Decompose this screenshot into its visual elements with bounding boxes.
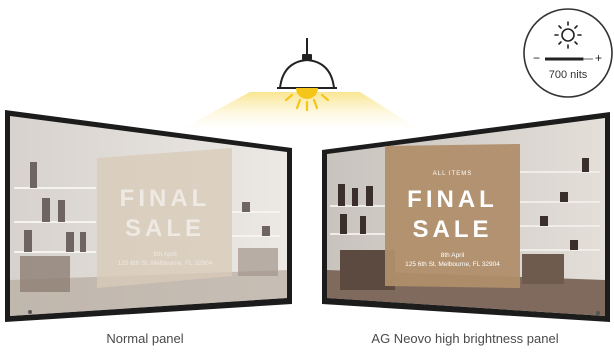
sale-line-2: SALE xyxy=(124,215,205,242)
normal-panel-caption: Normal panel xyxy=(106,331,184,346)
sale-date: 8th April xyxy=(153,251,177,258)
light-beam xyxy=(180,92,420,130)
sale-line-2: SALE xyxy=(412,216,493,243)
bright-sign-text: ALL ITEMS FINAL SALE 8th April 125 6th S… xyxy=(387,170,518,269)
sale-date: 8th April xyxy=(440,252,465,259)
bright-panel-caption: AG Neovo high brightness panel xyxy=(371,331,559,346)
plus-icon: + xyxy=(595,51,603,65)
sale-address: 125 6th St. Melbourne, FL 32904 xyxy=(117,260,213,267)
minus-icon: − xyxy=(533,51,541,65)
sale-address: 125 6th St. Melbourne, FL 32904 xyxy=(405,261,500,268)
normal-sign-text: FINAL SALE 8th April 125 6th St. Melbour… xyxy=(100,184,230,268)
lamp-illustration xyxy=(5,8,613,322)
sale-line-1: FINAL xyxy=(119,185,211,212)
sale-line-1: FINAL xyxy=(407,186,498,213)
sale-kicker: ALL ITEMS xyxy=(432,171,473,177)
brightness-value: 700 nits xyxy=(548,69,588,81)
